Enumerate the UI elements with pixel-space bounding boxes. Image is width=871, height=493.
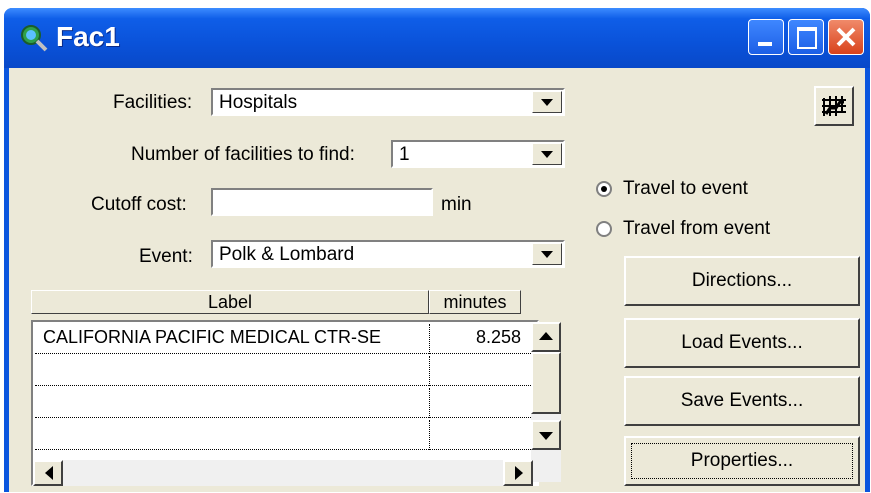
column-divider bbox=[429, 356, 430, 386]
scroll-up-button[interactable] bbox=[531, 322, 561, 352]
load-events-button[interactable]: Load Events... bbox=[624, 318, 860, 368]
facilities-select[interactable]: Hospitals bbox=[211, 88, 565, 116]
chevron-down-icon[interactable] bbox=[532, 91, 562, 113]
chevron-down-icon[interactable] bbox=[532, 143, 562, 165]
arrow-left-icon bbox=[45, 466, 53, 480]
title-bar[interactable]: Fac1 bbox=[4, 8, 870, 68]
travel-to-event-label[interactable]: Travel to event bbox=[623, 178, 748, 200]
cutoff-input[interactable] bbox=[211, 188, 433, 216]
column-divider bbox=[429, 324, 430, 354]
event-select[interactable]: Polk & Lombard bbox=[211, 240, 565, 268]
cutoff-label: Cutoff cost: bbox=[91, 194, 187, 215]
close-button[interactable] bbox=[828, 19, 864, 55]
num-facilities-value: 1 bbox=[399, 144, 410, 165]
column-divider bbox=[429, 420, 430, 450]
scroll-down-button[interactable] bbox=[531, 420, 561, 450]
num-facilities-label: Number of facilities to find: bbox=[131, 144, 355, 165]
window: Fac1 Facilities: Hospitals Number of fac… bbox=[4, 8, 870, 492]
cell-minutes: 8.258 bbox=[475, 327, 521, 347]
travel-to-event-radio[interactable] bbox=[596, 181, 612, 197]
facilities-label: Facilities: bbox=[113, 92, 193, 113]
directions-button[interactable]: Directions... bbox=[624, 256, 860, 306]
window-title: Fac1 bbox=[56, 21, 120, 52]
minimize-button[interactable] bbox=[748, 19, 784, 55]
scroll-thumb[interactable] bbox=[531, 352, 561, 414]
properties-button[interactable]: Properties... bbox=[624, 436, 860, 486]
cell-label: CALIFORNIA PACIFIC MEDICAL CTR-SE bbox=[43, 327, 382, 347]
arrow-up-icon bbox=[539, 332, 553, 340]
maximize-button[interactable] bbox=[788, 19, 824, 55]
vertical-scrollbar[interactable] bbox=[531, 322, 561, 482]
travel-from-event-label[interactable]: Travel from event bbox=[623, 218, 770, 240]
event-value: Polk & Lombard bbox=[219, 244, 355, 265]
close-icon bbox=[836, 27, 856, 47]
horizontal-scrollbar[interactable] bbox=[33, 460, 533, 486]
cutoff-unit: min bbox=[441, 194, 472, 215]
table-row[interactable] bbox=[35, 388, 531, 418]
event-label: Event: bbox=[139, 246, 193, 267]
grid-icon bbox=[822, 96, 846, 116]
table-row[interactable] bbox=[35, 356, 531, 386]
arrow-right-icon bbox=[515, 466, 523, 480]
dialog-body: Facilities: Hospitals Number of faciliti… bbox=[9, 68, 865, 492]
table-row[interactable]: CALIFORNIA PACIFIC MEDICAL CTR-SE 8.258 bbox=[35, 324, 531, 354]
num-facilities-select[interactable]: 1 bbox=[391, 140, 565, 168]
chevron-down-icon[interactable] bbox=[532, 243, 562, 265]
scroll-left-button[interactable] bbox=[33, 460, 63, 486]
column-divider bbox=[429, 388, 430, 418]
grid-tool-button[interactable] bbox=[814, 86, 854, 126]
save-events-button[interactable]: Save Events... bbox=[624, 376, 860, 426]
table-row[interactable] bbox=[35, 420, 531, 450]
magnifier-globe-icon bbox=[21, 25, 48, 52]
column-header-label[interactable]: Label bbox=[31, 290, 429, 314]
arrow-down-icon bbox=[539, 432, 553, 440]
table-header: Label minutes bbox=[31, 290, 539, 314]
minimize-icon bbox=[758, 42, 772, 46]
maximize-icon bbox=[797, 27, 817, 49]
facilities-value: Hospitals bbox=[219, 92, 298, 113]
column-header-minutes[interactable]: minutes bbox=[429, 290, 521, 314]
scroll-right-button[interactable] bbox=[503, 460, 533, 486]
travel-from-event-radio[interactable] bbox=[596, 221, 612, 237]
